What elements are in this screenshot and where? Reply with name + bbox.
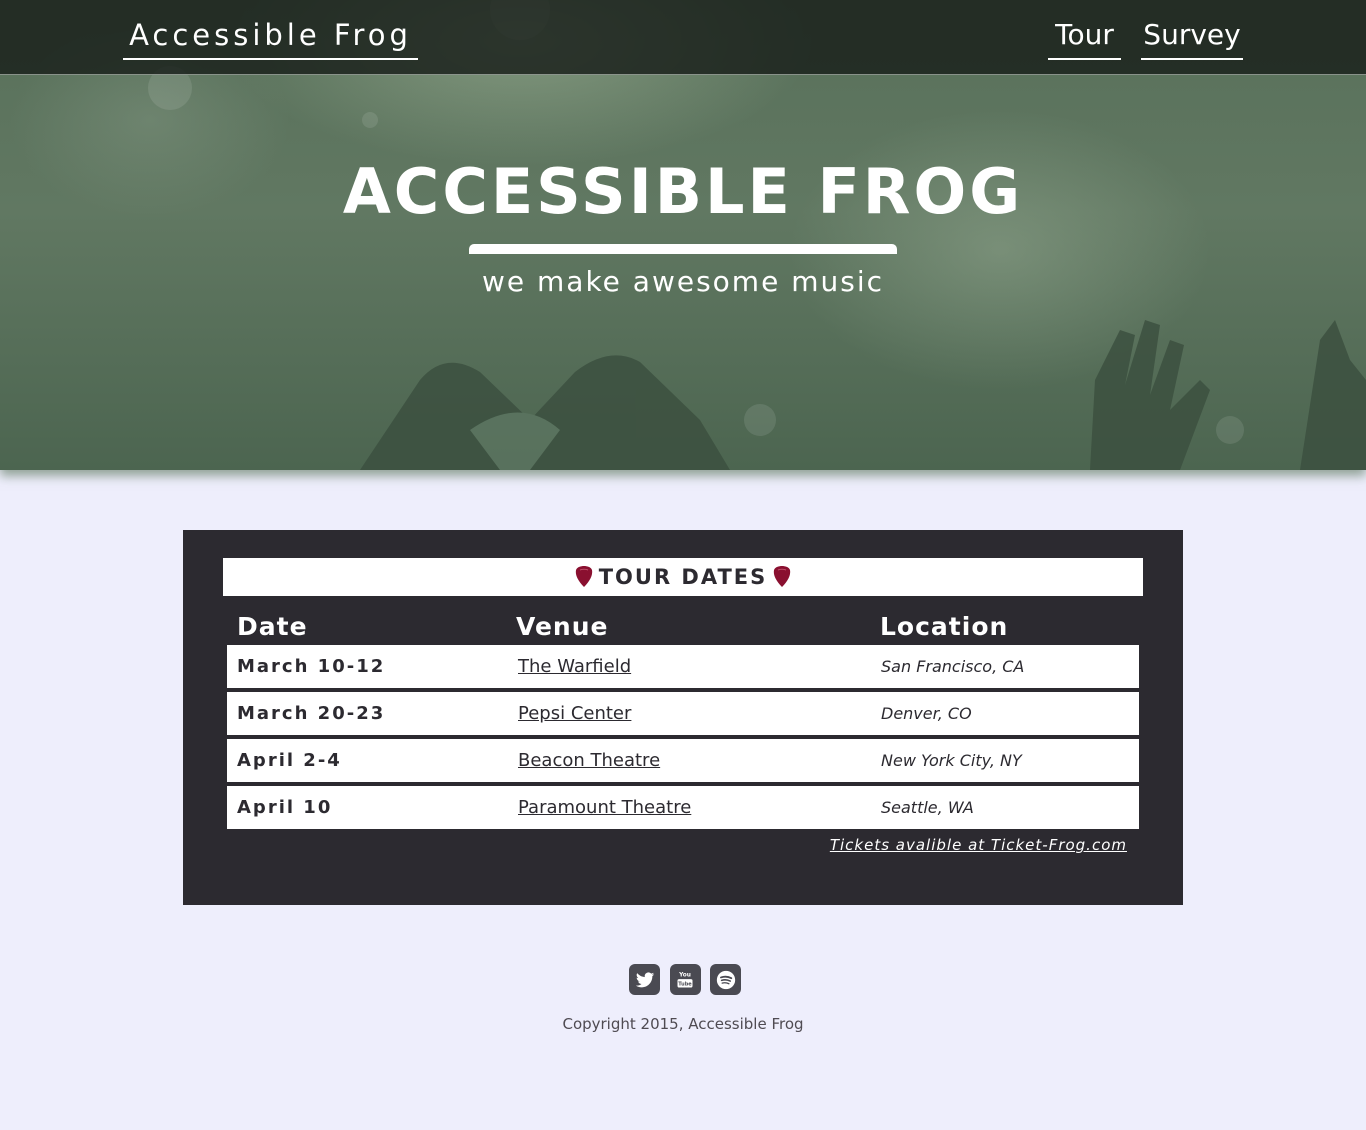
hero-title: ACCESSIBLE FROG (342, 155, 1024, 228)
copyright-text: Copyright 2015, Accessible Frog (562, 1015, 804, 1033)
svg-text:Tube: Tube (678, 981, 692, 987)
twitter-icon[interactable] (629, 964, 660, 995)
tour-location: New York City, NY (881, 751, 1022, 770)
tour-location: San Francisco, CA (881, 657, 1025, 676)
spotify-icon[interactable] (710, 964, 741, 995)
tickets-link[interactable]: Tickets avalible at Ticket-Frog.com (830, 836, 1127, 854)
hero-divider (469, 244, 897, 254)
spotify-icon-glyph (716, 970, 735, 989)
brand-link[interactable]: Accessible Frog (123, 14, 418, 60)
top-navigation-bar: Accessible Frog Tour Survey (0, 0, 1366, 75)
tour-date: March 20-23 (237, 703, 386, 724)
hero-subtitle: we make awesome music (482, 265, 884, 298)
tour-dates-header: TOUR DATES (223, 558, 1143, 596)
tour-dates-panel: TOUR DATES Date Venue Location March 10-… (183, 530, 1183, 905)
svg-text:You: You (678, 972, 691, 978)
table-row: April 10 Paramount Theatre Seattle, WA (227, 786, 1139, 829)
venue-link[interactable]: Beacon Theatre (518, 739, 660, 782)
table-row: March 10-12 The Warfield San Francisco, … (227, 645, 1139, 688)
guitar-pick-icon (774, 566, 791, 587)
table-row: April 2-4 Beacon Theatre New York City, … (227, 739, 1139, 782)
twitter-icon-glyph (635, 971, 654, 987)
hero-banner: Accessible Frog Tour Survey ACCESSIBLE F… (0, 0, 1366, 470)
table-row: March 20-23 Pepsi Center Denver, CO (227, 692, 1139, 735)
nav-link-tour[interactable]: Tour (1048, 14, 1121, 60)
tour-location: Seattle, WA (881, 798, 974, 817)
tour-date: April 2-4 (237, 750, 342, 771)
youtube-icon-glyph: You Tube (677, 972, 693, 987)
column-header-location: Location (880, 612, 1009, 641)
tour-date: April 10 (237, 797, 333, 818)
tour-location: Denver, CO (881, 704, 972, 723)
youtube-icon[interactable]: You Tube (669, 964, 701, 995)
venue-link[interactable]: Pepsi Center (518, 692, 631, 735)
venue-link[interactable]: The Warfield (518, 645, 631, 688)
tour-date: March 10-12 (237, 656, 386, 677)
nav-link-survey[interactable]: Survey (1141, 14, 1243, 60)
venue-link[interactable]: Paramount Theatre (518, 786, 691, 829)
social-links: You Tube (629, 964, 741, 995)
column-header-date: Date (237, 612, 308, 641)
column-header-venue: Venue (516, 612, 609, 641)
guitar-pick-icon (575, 566, 592, 587)
tour-dates-title: TOUR DATES (598, 565, 768, 589)
